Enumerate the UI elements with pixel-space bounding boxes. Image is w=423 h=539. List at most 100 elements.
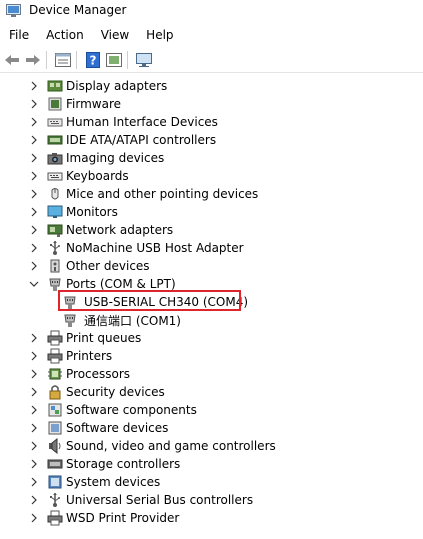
- tree-category-monitors[interactable]: Monitors: [29, 203, 118, 221]
- tree-category-printers[interactable]: Printers: [29, 347, 112, 365]
- tree-category-universal-serial-bus-controllers[interactable]: Universal Serial Bus controllers: [29, 491, 253, 509]
- tree-category-wsd-print-provider[interactable]: WSD Print Provider: [29, 509, 179, 527]
- port-device-row[interactable]: 通信端口 (COM1): [62, 311, 181, 329]
- chevron-right-icon[interactable]: [29, 153, 39, 163]
- security-device-icon: [47, 384, 63, 400]
- tree-category-ide-ata-atapi-controllers[interactable]: IDE ATA/ATAPI controllers: [29, 131, 216, 149]
- chevron-right-icon[interactable]: [29, 171, 39, 181]
- chevron-right-icon[interactable]: [29, 261, 39, 271]
- software-device-icon: [47, 420, 63, 436]
- chevron-right-icon[interactable]: [29, 423, 39, 433]
- chevron-right-icon[interactable]: [29, 225, 39, 235]
- tree-item-label: Network adapters: [66, 223, 174, 237]
- chevron-right-icon[interactable]: [29, 369, 39, 379]
- tree-category-system-devices[interactable]: System devices: [29, 473, 160, 491]
- tree-item-label: NoMachine USB Host Adapter: [66, 241, 244, 255]
- chevron-right-icon[interactable]: [29, 495, 39, 505]
- tree-item-label: Firmware: [66, 97, 121, 111]
- speaker-icon: [47, 438, 63, 454]
- processor-icon: [47, 366, 63, 382]
- back-arrow-icon: [5, 55, 19, 65]
- back-button[interactable]: [3, 51, 21, 69]
- storage-controller-icon: [47, 456, 63, 472]
- tree-item-label: Ports (COM & LPT): [66, 277, 176, 291]
- device-manager-icon: [6, 3, 21, 17]
- help-button[interactable]: ?: [84, 51, 102, 69]
- properties-icon: [55, 53, 71, 67]
- tree-category-human-interface-devices[interactable]: Human Interface Devices: [29, 113, 218, 131]
- unknown-device-icon: [47, 258, 63, 274]
- chevron-right-icon[interactable]: [29, 243, 39, 253]
- tree-item-label: System devices: [66, 475, 161, 489]
- software-component-icon: [47, 402, 63, 418]
- tree-category-processors[interactable]: Processors: [29, 365, 130, 383]
- menu-help[interactable]: Help: [137, 28, 181, 42]
- forward-arrow-icon: [26, 55, 40, 65]
- tree-category-display-adapters[interactable]: Display adapters: [29, 77, 167, 95]
- ide-controller-icon: [47, 132, 63, 148]
- system-device-icon: [47, 474, 63, 490]
- chevron-right-icon[interactable]: [29, 351, 39, 361]
- tree-category-storage-controllers[interactable]: Storage controllers: [29, 455, 180, 473]
- tree-item-label: WSD Print Provider: [66, 511, 180, 525]
- menu-view[interactable]: View: [92, 28, 137, 42]
- chevron-right-icon[interactable]: [29, 513, 39, 523]
- tree-item-label: Human Interface Devices: [66, 115, 218, 129]
- tree-category-firmware[interactable]: Firmware: [29, 95, 121, 113]
- chevron-right-icon[interactable]: [29, 333, 39, 343]
- usb-icon: [47, 492, 63, 508]
- port-icon: [62, 312, 78, 328]
- chevron-right-icon[interactable]: [29, 477, 39, 487]
- chevron-right-icon[interactable]: [29, 81, 39, 91]
- menu-action[interactable]: Action: [37, 28, 92, 42]
- tree-category-mice-and-other-pointing-devices[interactable]: Mice and other pointing devices: [29, 185, 258, 203]
- chevron-right-icon[interactable]: [29, 99, 39, 109]
- chevron-right-icon[interactable]: [29, 441, 39, 451]
- tree-item-label: Mice and other pointing devices: [66, 187, 259, 201]
- tree-category-imaging-devices[interactable]: Imaging devices: [29, 149, 164, 167]
- tree-category-sound-video-and-game-controllers[interactable]: Sound, video and game controllers: [29, 437, 276, 455]
- chevron-down-icon[interactable]: [29, 279, 39, 289]
- tree-category-print-queues[interactable]: Print queues: [29, 329, 141, 347]
- chevron-right-icon[interactable]: [29, 405, 39, 415]
- keyboard-icon: [47, 168, 63, 184]
- tree-item-label: Sound, video and game controllers: [66, 439, 276, 453]
- tree-item-label: Keyboards: [66, 169, 129, 183]
- properties-button[interactable]: [54, 51, 72, 69]
- monitor-scan-icon: [136, 53, 152, 67]
- svg-text:?: ?: [90, 54, 97, 68]
- forward-button[interactable]: [24, 51, 42, 69]
- tree-category-network-adapters[interactable]: Network adapters: [29, 221, 173, 239]
- menu-file[interactable]: File: [0, 28, 37, 42]
- tree-category-other-devices[interactable]: Other devices: [29, 257, 150, 275]
- tree-item-label: Display adapters: [66, 79, 168, 93]
- tree-category-keyboards[interactable]: Keyboards: [29, 167, 129, 185]
- tree-item-label: Storage controllers: [66, 457, 181, 471]
- title-bar: Device Manager: [0, 0, 423, 20]
- tree-item-label: 通信端口 (COM1): [84, 313, 181, 328]
- chevron-right-icon[interactable]: [29, 387, 39, 397]
- chevron-right-icon[interactable]: [29, 189, 39, 199]
- tree-category-software-devices[interactable]: Software devices: [29, 419, 168, 437]
- printer-icon: [47, 510, 63, 526]
- scan-hardware-button[interactable]: [135, 51, 153, 69]
- tree-category-security-devices[interactable]: Security devices: [29, 383, 165, 401]
- chevron-right-icon[interactable]: [29, 117, 39, 127]
- window-title: Device Manager: [29, 3, 127, 17]
- hid-icon: [47, 114, 63, 130]
- toolbar-separator: [46, 51, 47, 69]
- tree-category-software-components[interactable]: Software components: [29, 401, 197, 419]
- chevron-right-icon[interactable]: [29, 459, 39, 469]
- printer-icon: [47, 348, 63, 364]
- update-driver-icon: [106, 53, 122, 67]
- menu-bar: File Action View Help: [0, 24, 423, 46]
- mouse-icon: [47, 186, 63, 202]
- chevron-right-icon[interactable]: [29, 135, 39, 145]
- chevron-right-icon[interactable]: [29, 207, 39, 217]
- tree-category-nomachine-usb-host-adapter[interactable]: NoMachine USB Host Adapter: [29, 239, 244, 257]
- network-adapter-icon: [47, 222, 63, 238]
- tree-item-label: Software components: [66, 403, 197, 417]
- update-driver-button[interactable]: [105, 51, 123, 69]
- tree-item-label: Print queues: [66, 331, 142, 345]
- display-adapter-icon: [47, 78, 63, 94]
